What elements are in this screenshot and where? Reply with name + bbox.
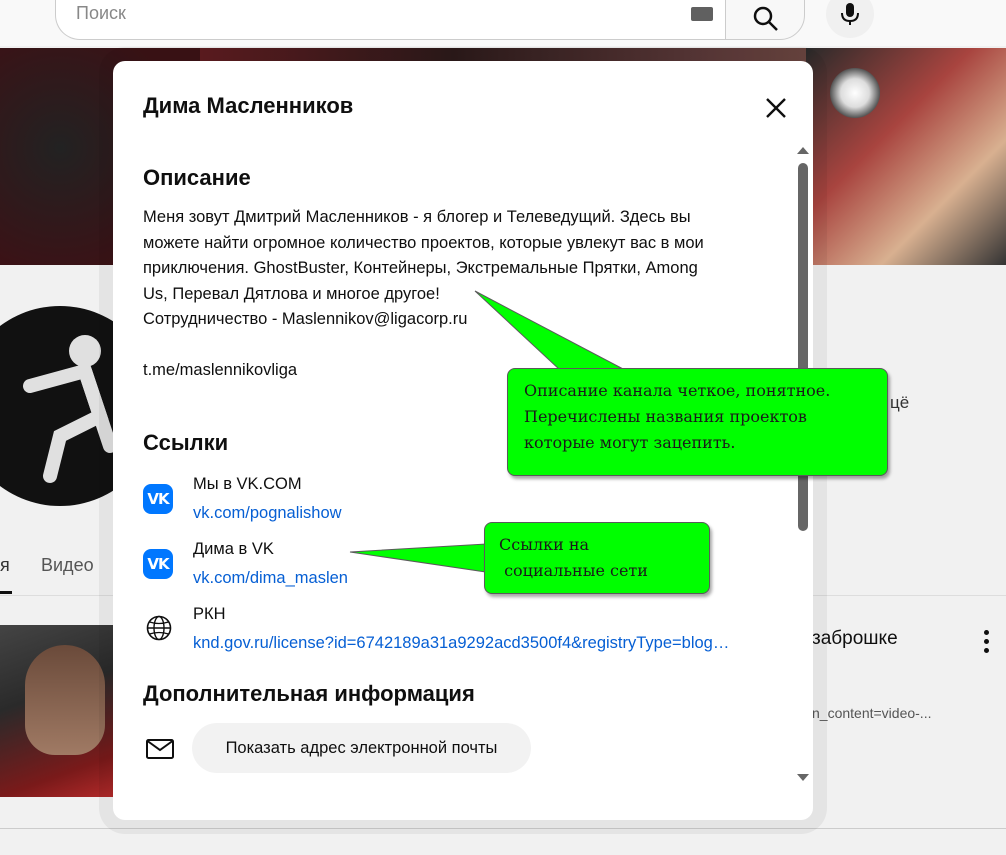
link-url[interactable]: vk.com/dima_maslen: [193, 569, 348, 588]
description-line: Меня зовут Дмитрий Масленников - я блоге…: [143, 208, 691, 226]
description-line: приключения. GhostBuster, Контейнеры, Эк…: [143, 259, 698, 277]
description-heading: Описание: [143, 165, 251, 190]
annotation-line: которые могут зацепить.: [524, 433, 736, 452]
additional-info-heading: Дополнительная информация: [143, 681, 475, 706]
link-url[interactable]: knd.gov.ru/license?id=6742189a31a9292acd…: [193, 634, 729, 653]
annotation-links-note: Ссылки на социальные сети: [484, 522, 710, 594]
channel-description: Меня зовут Дмитрий Масленников - я блоге…: [143, 205, 763, 384]
links-heading: Ссылки: [143, 430, 229, 455]
annotation-line: Ссылки на: [499, 535, 590, 554]
description-line: Us, Перевал Дятлова и многое другое!: [143, 284, 440, 303]
vk-glyph: VK: [147, 555, 169, 573]
close-button[interactable]: [761, 93, 791, 123]
link-url[interactable]: vk.com/pognalishow: [193, 504, 342, 523]
scroll-down-arrow-icon[interactable]: [797, 774, 809, 781]
annotation-line: социальные сети: [499, 561, 648, 580]
link-title: Мы в VK.COM: [193, 475, 302, 493]
description-blank-line: [143, 333, 763, 359]
globe-icon: [146, 615, 172, 641]
link-item-rkn[interactable]: РКН knd.gov.ru/license?id=6742189a31a929…: [143, 605, 783, 661]
description-line: можете найти огромное количество проекто…: [143, 233, 704, 252]
dialog-title: Дима Масленников: [143, 93, 354, 118]
close-icon: [766, 98, 786, 118]
annotation-line: Описание канала четкое, понятное.: [524, 381, 831, 400]
vk-icon: VK: [143, 484, 173, 514]
link-title: Дима в VK: [193, 540, 274, 558]
mail-icon: [146, 739, 174, 759]
show-email-button[interactable]: Показать адрес электронной почты: [192, 723, 531, 773]
vk-icon: VK: [143, 549, 173, 579]
annotation-description-note: Описание канала четкое, понятное. Перечи…: [507, 368, 888, 476]
vk-glyph: VK: [147, 490, 169, 508]
annotation-line: Перечислены названия проектов: [524, 407, 807, 426]
scroll-up-arrow-icon[interactable]: [797, 147, 809, 154]
description-line: Сотрудничество - Maslennikov@ligacorp.ru: [143, 310, 468, 328]
link-title: РКН: [193, 605, 226, 623]
